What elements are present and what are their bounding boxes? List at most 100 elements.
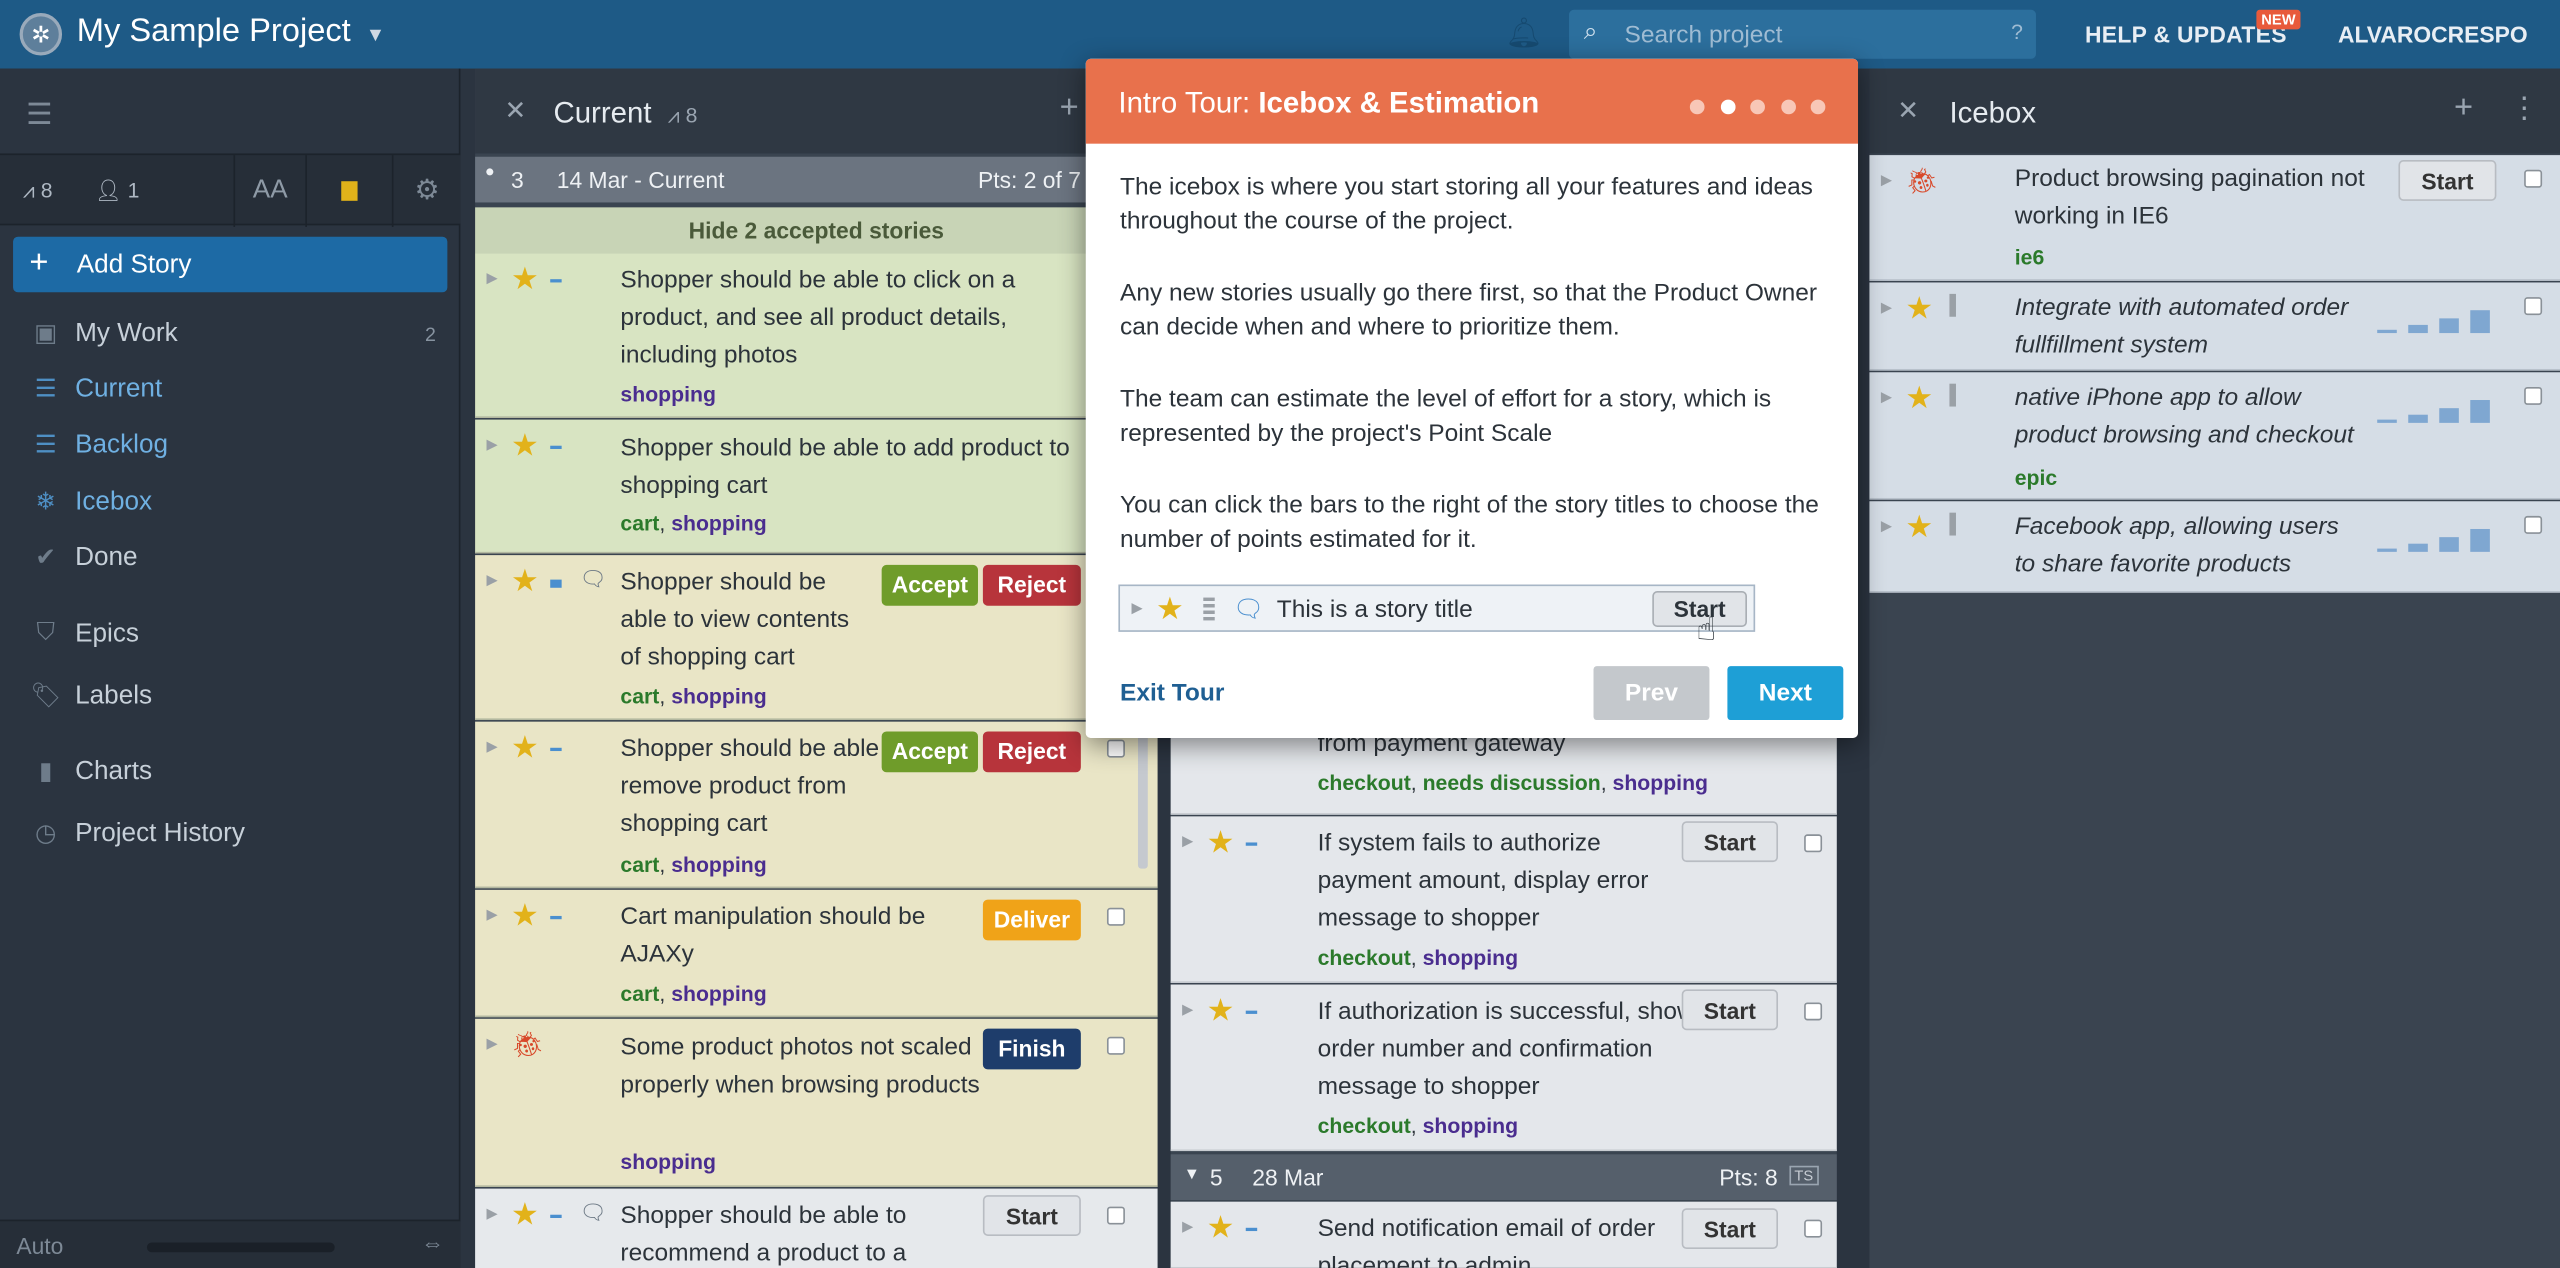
estimate-bars[interactable] [2377, 522, 2501, 552]
bell-icon[interactable]: 🔔︎ [1505, 16, 1542, 50]
story-row[interactable]: ▶ ★ Cart manipulation should be AJAXy ca… [475, 889, 1158, 1018]
sidebar-item-charts[interactable]: ▮ Charts [0, 746, 460, 798]
expand-icon[interactable]: ▶ [487, 436, 498, 454]
label-tag[interactable]: shopping [1423, 1114, 1519, 1138]
label-tag[interactable]: epic [2015, 465, 2057, 489]
story-row[interactable]: ▶ 🐞︎ Product browsing pagination not wor… [1869, 155, 2560, 281]
select-checkbox[interactable] [1804, 1002, 1823, 1021]
estimate-bar[interactable] [2439, 318, 2459, 334]
user-menu[interactable]: ALVAROCRESPO [2338, 21, 2528, 47]
estimate-bars[interactable] [2377, 393, 2501, 423]
expand-icon[interactable]: ▶ [487, 1035, 498, 1053]
expand-icon[interactable]: ▶ [1881, 389, 1892, 407]
label-tag[interactable]: shopping [671, 852, 767, 876]
close-icon[interactable]: ✕ [1897, 95, 1919, 128]
select-checkbox[interactable] [1804, 1219, 1823, 1238]
select-checkbox[interactable] [2524, 169, 2543, 188]
tour-step-dot[interactable] [1750, 99, 1765, 115]
expand-icon[interactable]: ▶ [1881, 518, 1892, 536]
label-tag[interactable]: shopping [671, 511, 767, 535]
select-checkbox[interactable] [1106, 1206, 1125, 1225]
expand-icon[interactable]: ▶ [1182, 833, 1193, 851]
label-tag[interactable]: checkout [1318, 945, 1411, 969]
story-row[interactable]: ▶ ★ Facebook app, allowing users to shar… [1869, 501, 2560, 593]
estimate-bar[interactable] [2377, 329, 2397, 334]
close-icon[interactable]: ✕ [505, 95, 527, 128]
estimate-bar[interactable] [2408, 414, 2428, 423]
sidebar-item-my-work[interactable]: ▣ My Work 2 [0, 309, 460, 361]
reject-button[interactable]: Reject [982, 564, 1081, 606]
expand-icon[interactable]: ▶ [487, 1205, 498, 1223]
gear-icon[interactable]: ⚙ [391, 155, 461, 227]
select-checkbox[interactable] [2524, 515, 2543, 534]
start-button[interactable]: Start [1681, 1208, 1779, 1250]
start-button[interactable]: Start [1681, 989, 1779, 1031]
logo-icon[interactable]: ✲ [19, 13, 63, 56]
start-button[interactable]: Start [1681, 821, 1779, 863]
estimate-bar[interactable] [2408, 324, 2428, 334]
label-tag[interactable]: cart [620, 852, 659, 876]
accept-button[interactable]: Accept [881, 564, 978, 606]
exit-tour-link[interactable]: Exit Tour [1120, 679, 1224, 707]
story-row[interactable]: ▶ ★ Shopper should be able to remove pro… [475, 721, 1158, 889]
tour-step-dot[interactable] [1810, 99, 1826, 115]
sidebar-item-labels[interactable]: 🏷︎ Labels [0, 671, 460, 723]
sidebar-item-icebox[interactable]: ❄ Icebox [0, 477, 460, 529]
label-tag[interactable]: shopping [1613, 771, 1709, 795]
story-row[interactable]: ▶ ★ If authorization is successful, show… [1170, 984, 1837, 1152]
estimate-bar[interactable] [2470, 400, 2490, 423]
sidebar-item-current[interactable]: ☰ Current [0, 364, 460, 416]
label-tag[interactable]: shopping [620, 382, 716, 406]
label-tag[interactable]: cart [620, 981, 659, 1005]
estimate-bar[interactable] [2439, 537, 2459, 552]
label-tag[interactable]: checkout [1318, 771, 1411, 795]
add-icon[interactable]: + [1060, 90, 1079, 128]
color-toggle[interactable] [305, 155, 392, 227]
more-options-icon[interactable]: ⋮ [2509, 91, 2538, 125]
iteration-header[interactable]: ● 3 14 Mar - Current Pts: 2 of 7 [475, 156, 1158, 203]
sidebar-item-epics[interactable]: ⛉ Epics [0, 609, 460, 661]
estimate-bar[interactable] [2408, 543, 2428, 552]
select-checkbox[interactable] [1106, 907, 1125, 926]
estimate-bar[interactable] [2377, 548, 2397, 552]
chevron-down-icon[interactable]: ▼ [366, 23, 385, 46]
select-checkbox[interactable] [1106, 739, 1125, 758]
sidebar-item-project-history[interactable]: ◷ Project History [0, 808, 460, 860]
expand-icon[interactable]: ▶ [487, 571, 498, 589]
story-row[interactable]: ▶ ★ Send notification email of order pla… [1170, 1201, 1837, 1268]
iteration-header[interactable]: ▼ 5 28 Mar Pts: 8 TS [1170, 1154, 1837, 1201]
tour-step-dot[interactable] [1689, 99, 1705, 115]
story-row[interactable]: ▶ ★ 🗨︎ Shopper should be able to view co… [475, 555, 1158, 721]
next-button[interactable]: Next [1727, 666, 1844, 721]
hide-accepted-toggle[interactable]: Hide 2 accepted stories [475, 207, 1158, 254]
label-tag[interactable]: shopping [620, 1149, 716, 1173]
label-tag[interactable]: needs discussion [1423, 771, 1601, 795]
sidebar-item-backlog[interactable]: ☰ Backlog [0, 420, 460, 472]
select-checkbox[interactable] [2524, 386, 2543, 405]
panel-width-slider[interactable] [146, 1242, 335, 1253]
accept-button[interactable]: Accept [881, 731, 978, 773]
auto-width-label[interactable]: Auto [16, 1233, 63, 1259]
estimate-bar[interactable] [2470, 310, 2490, 334]
expand-icon[interactable]: ▶ [1881, 171, 1892, 189]
add-story-button[interactable]: + Add Story [13, 236, 448, 293]
expand-icon[interactable]: ▶ [487, 906, 498, 924]
team-strength-badge[interactable]: TS [1789, 1165, 1819, 1186]
font-size-button[interactable]: AA [233, 155, 305, 227]
expand-icon[interactable]: ▶ [487, 738, 498, 756]
sidebar-item-done[interactable]: ✔ Done [0, 532, 460, 584]
project-title[interactable]: My Sample Project [77, 13, 351, 51]
add-icon[interactable]: + [2454, 90, 2473, 128]
story-row[interactable]: ▶ ★ Shopper should be able to add produc… [475, 419, 1158, 554]
label-tag[interactable]: checkout [1318, 1114, 1411, 1138]
story-row[interactable]: ▶ ★ 🗨︎ Shopper should be able to recomme… [475, 1188, 1158, 1268]
prev-button[interactable]: Prev [1593, 666, 1710, 721]
start-button[interactable]: Start [982, 1195, 1081, 1236]
estimate-bar[interactable] [2377, 419, 2397, 423]
label-tag[interactable]: ie6 [2015, 245, 2045, 269]
expand-icon[interactable]: ▶ [1182, 1001, 1193, 1019]
tour-step-dot[interactable] [1720, 99, 1735, 115]
reject-button[interactable]: Reject [982, 731, 1081, 773]
hamburger-menu-icon[interactable]: ☰ [26, 98, 52, 132]
estimate-bars[interactable] [2377, 304, 2501, 334]
